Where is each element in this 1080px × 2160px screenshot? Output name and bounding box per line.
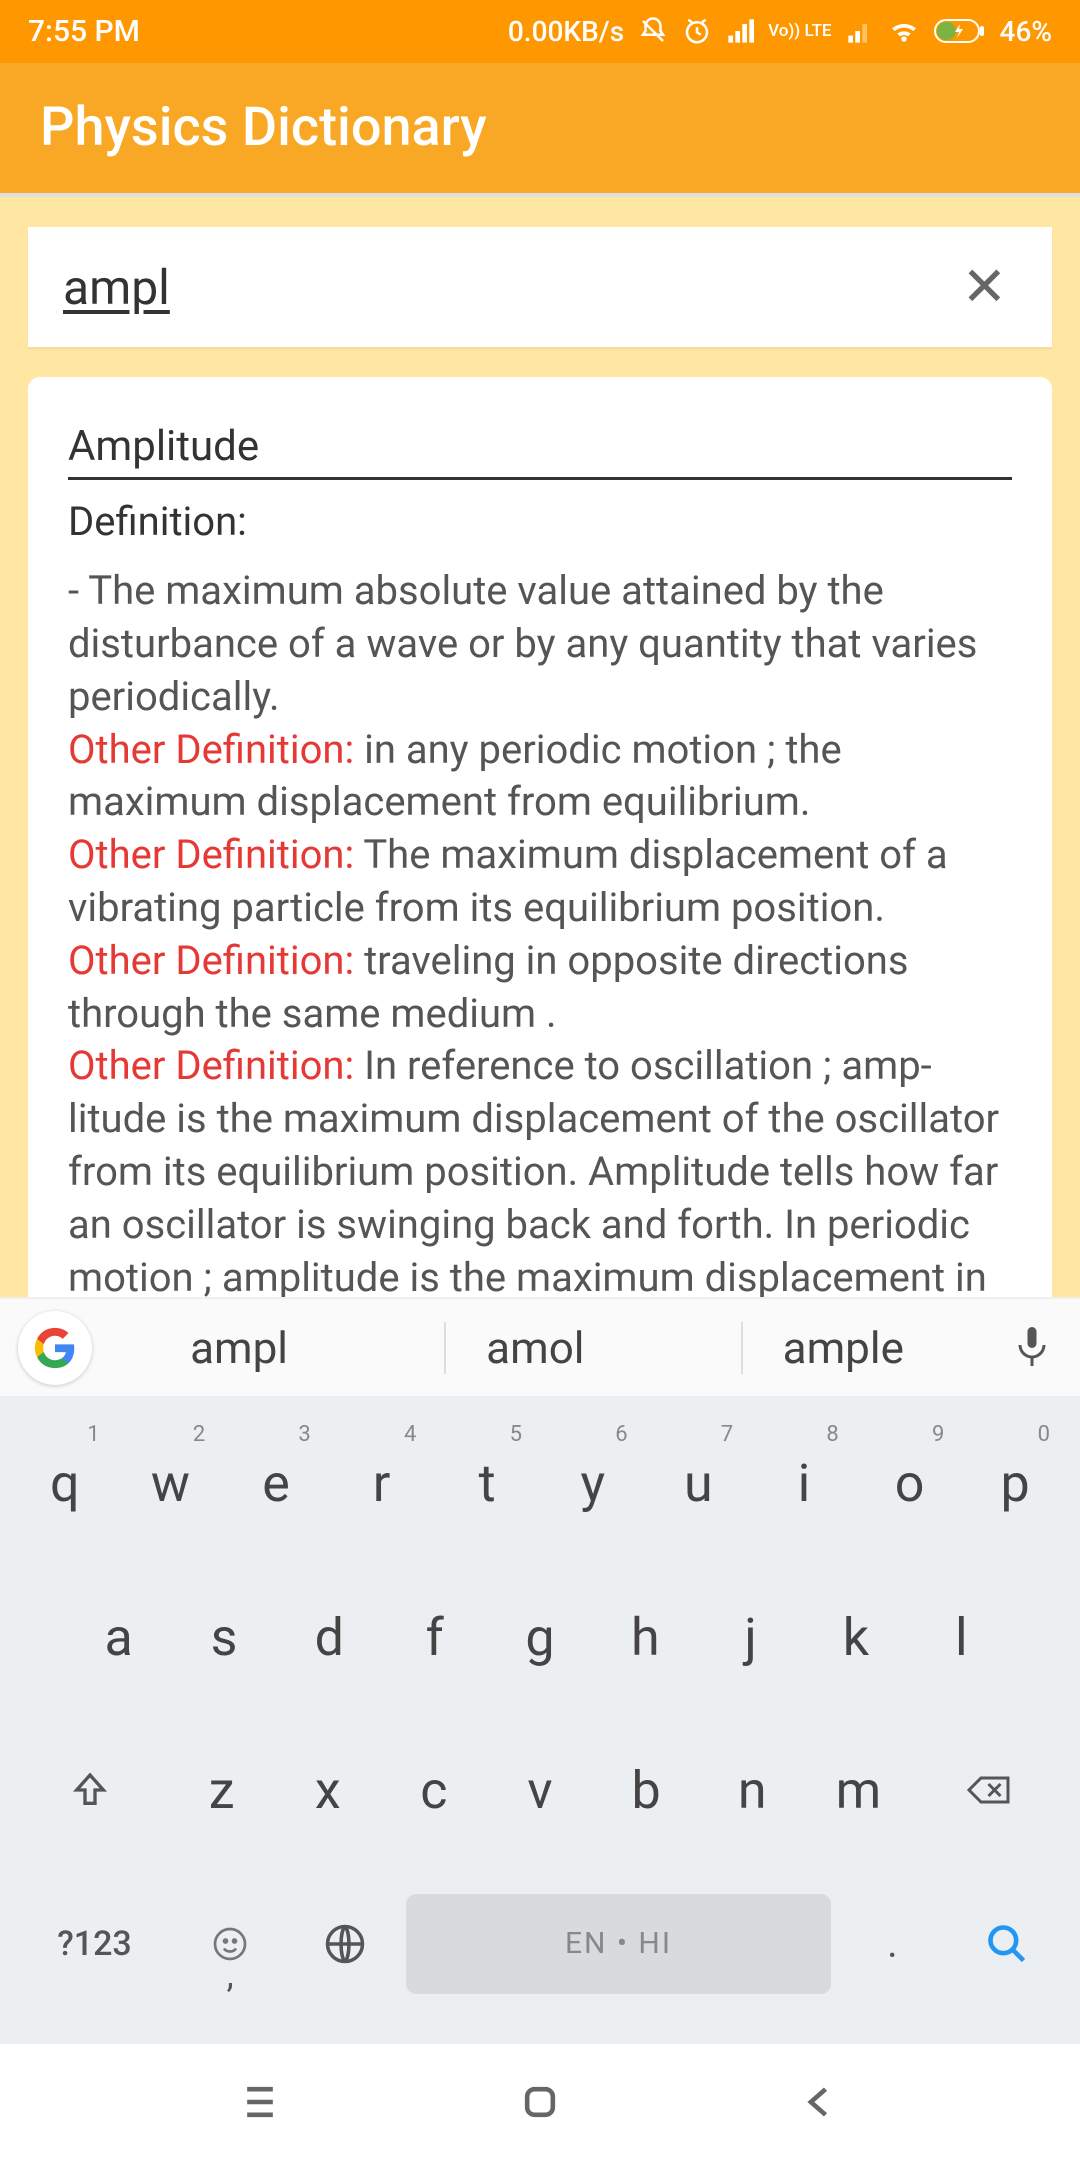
suggestion-2[interactable]: amol — [444, 1322, 624, 1374]
kb-row-1: q1w2e3r4t5y6u7i8o9p0 — [6, 1408, 1074, 1560]
key-n[interactable]: n — [703, 1720, 801, 1860]
key-p[interactable]: p0 — [966, 1414, 1064, 1554]
key-f[interactable]: f — [386, 1567, 483, 1707]
key-q[interactable]: q1 — [16, 1414, 114, 1554]
key-s[interactable]: s — [175, 1567, 272, 1707]
key-e[interactable]: e3 — [227, 1414, 325, 1554]
app-title: Physics Dictionary — [40, 96, 487, 159]
clear-search-button[interactable]: ✕ — [952, 245, 1017, 329]
home-button[interactable] — [518, 2080, 562, 2124]
alarm-icon — [682, 16, 712, 46]
key-x[interactable]: x — [279, 1720, 377, 1860]
period-key[interactable]: . — [839, 1874, 945, 2014]
other-def-label-3: Other Definition: — [68, 937, 354, 984]
key-u[interactable]: u7 — [650, 1414, 748, 1554]
key-o[interactable]: o9 — [861, 1414, 959, 1554]
status-icons: 0.00KB/s Vo)) LTE 46% — [508, 15, 1052, 48]
other-def-label-2: Other Definition: — [68, 831, 354, 878]
system-nav-bar — [0, 2044, 1080, 2160]
suggestion-3[interactable]: ample — [741, 1322, 944, 1374]
status-bar: 7:55 PM 0.00KB/s Vo)) LTE 46% — [0, 0, 1080, 63]
recents-button[interactable] — [238, 2080, 282, 2124]
other-def-label-1: Other Definition: — [68, 726, 354, 773]
search-key[interactable] — [954, 1874, 1060, 2014]
key-j[interactable]: j — [702, 1567, 799, 1707]
back-button[interactable] — [798, 2080, 842, 2124]
definition-body: - The maximum absolute value attained by… — [68, 565, 1012, 1297]
definition-card: Amplitude Definition: - The maximum abso… — [28, 377, 1052, 1297]
search-input[interactable] — [63, 259, 952, 316]
backspace-key[interactable] — [915, 1720, 1064, 1860]
term-heading: Amplitude — [68, 422, 1012, 480]
key-w[interactable]: w2 — [122, 1414, 220, 1554]
suggestions: ampl amol ample — [92, 1322, 1002, 1374]
key-r[interactable]: r4 — [333, 1414, 431, 1554]
kb-row-3: zxcvbnm — [6, 1714, 1074, 1866]
key-k[interactable]: k — [807, 1567, 904, 1707]
symbols-key[interactable]: ?123 — [20, 1874, 169, 2014]
key-d[interactable]: d — [281, 1567, 378, 1707]
key-a[interactable]: a — [70, 1567, 167, 1707]
key-y[interactable]: y6 — [544, 1414, 642, 1554]
other-def-label-4: Other Definition: — [68, 1042, 354, 1089]
def-primary: - The maximum absolute value attained by… — [68, 567, 977, 720]
keyboard-suggestion-bar: ampl amol ample — [0, 1297, 1080, 1396]
key-i[interactable]: i8 — [755, 1414, 853, 1554]
wifi-icon — [888, 15, 920, 47]
app-header: Physics Dictionary — [0, 63, 1080, 198]
key-z[interactable]: z — [173, 1720, 271, 1860]
key-t[interactable]: t5 — [438, 1414, 536, 1554]
language-key[interactable] — [291, 1874, 397, 2014]
key-m[interactable]: m — [809, 1720, 907, 1860]
content-area: ✕ Amplitude Definition: - The maximum ab… — [0, 197, 1080, 1297]
search-box[interactable]: ✕ — [28, 227, 1052, 347]
spacebar[interactable]: EN • HI — [406, 1894, 832, 1994]
signal-icon — [726, 17, 754, 45]
key-c[interactable]: c — [385, 1720, 483, 1860]
mute-icon — [638, 16, 668, 46]
shift-key[interactable] — [16, 1720, 165, 1860]
kb-row-2: asdfghjkl — [6, 1561, 1074, 1713]
net-speed: 0.00KB/s — [508, 15, 624, 48]
key-b[interactable]: b — [597, 1720, 695, 1860]
google-icon[interactable] — [18, 1311, 92, 1385]
key-g[interactable]: g — [491, 1567, 588, 1707]
kb-row-4: ?123 , EN • HI . — [6, 1868, 1074, 2020]
key-v[interactable]: v — [491, 1720, 589, 1860]
definition-label: Definition: — [68, 498, 1012, 545]
key-h[interactable]: h — [597, 1567, 694, 1707]
signal2-icon — [846, 17, 874, 45]
mic-icon[interactable] — [1002, 1324, 1062, 1372]
volte-label: Vo)) LTE — [768, 24, 831, 39]
emoji-key[interactable]: , — [177, 1874, 283, 2014]
battery-pct: 46% — [1000, 15, 1052, 48]
status-time: 7:55 PM — [28, 14, 140, 49]
battery-icon — [934, 17, 986, 45]
key-l[interactable]: l — [913, 1567, 1010, 1707]
suggestion-1[interactable]: ampl — [150, 1322, 328, 1374]
keyboard: q1w2e3r4t5y6u7i8o9p0 asdfghjkl zxcvbnm ?… — [0, 1396, 1080, 2044]
